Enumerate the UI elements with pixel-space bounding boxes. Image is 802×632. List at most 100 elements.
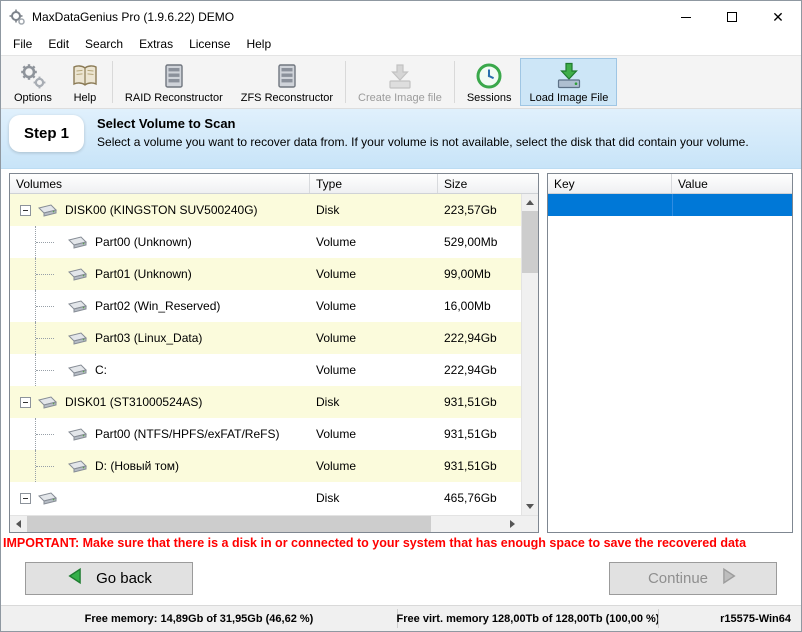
volume-size: 931,51Gb	[444, 427, 497, 441]
scroll-down-arrow[interactable]	[522, 498, 538, 515]
status-bar: Free memory: 14,89Gb of 31,95Gb (46,62 %…	[1, 605, 801, 631]
continue-button[interactable]: Continue	[609, 561, 777, 595]
raid-reconstructor-label: RAID Reconstructor	[124, 91, 223, 104]
load-image-file-button[interactable]: Load Image File	[520, 58, 618, 106]
scroll-right-arrow[interactable]	[504, 516, 521, 532]
table-row[interactable]: Part00 (Unknown) Volume 529,00Mb	[10, 226, 521, 258]
window-controls: ✕	[663, 1, 801, 33]
volume-type: Volume	[316, 459, 357, 473]
toolbar-separator	[345, 61, 347, 103]
back-arrow-icon	[66, 566, 86, 590]
scrollbar-corner	[521, 516, 538, 532]
volume-type: Volume	[316, 427, 357, 441]
forward-arrow-icon	[718, 566, 738, 590]
volume-type: Volume	[316, 235, 357, 249]
volumes-table-header: Volumes Type Size	[10, 174, 538, 194]
disk-icon	[65, 235, 89, 250]
column-header-volumes[interactable]: Volumes	[10, 174, 310, 193]
volume-size: 529,00Mb	[444, 235, 498, 249]
tree-connector	[35, 226, 61, 258]
disk-icon	[65, 299, 89, 314]
table-row[interactable]: Disk 465,76Gb	[10, 482, 521, 514]
main-content: Volumes Type Size DISK00 (KINGSTON SUV50…	[1, 169, 801, 533]
column-header-size[interactable]: Size	[438, 174, 538, 193]
details-panel: Key Value	[547, 173, 793, 533]
app-logo-icon	[9, 9, 25, 25]
zfs-tower-icon	[272, 61, 302, 91]
volume-name: Part01 (Unknown)	[95, 267, 192, 281]
app-window: MaxDataGenius Pro (1.9.6.22) DEMO ✕ File…	[0, 0, 802, 632]
step-info: Select Volume to Scan Select a volume yo…	[97, 115, 749, 151]
options-button[interactable]: Options	[5, 58, 61, 106]
tree-connector	[35, 322, 61, 354]
step-title: Select Volume to Scan	[97, 116, 236, 131]
status-free-memory: Free memory: 14,89Gb of 31,95Gb (46,62 %…	[84, 612, 314, 625]
tree-connector	[35, 450, 61, 482]
table-row[interactable]: Part01 (Unknown) Volume 99,00Mb	[10, 258, 521, 290]
volume-type: Disk	[316, 395, 340, 409]
column-header-value[interactable]: Value	[672, 174, 792, 193]
menu-file[interactable]: File	[5, 35, 40, 53]
gears-icon	[18, 61, 48, 91]
volume-type: Volume	[316, 267, 357, 281]
tree-expander-minus[interactable]	[20, 396, 31, 408]
volumes-table-body: DISK00 (KINGSTON SUV500240G) Disk 223,57…	[10, 194, 521, 515]
menu-extras[interactable]: Extras	[131, 35, 181, 53]
menu-edit[interactable]: Edit	[40, 35, 77, 53]
go-back-button[interactable]: Go back	[25, 561, 193, 595]
create-image-icon	[385, 61, 415, 91]
zfs-reconstructor-label: ZFS Reconstructor	[240, 91, 334, 104]
tree-connector	[35, 418, 61, 450]
table-row[interactable]: C: Volume 222,94Gb	[10, 354, 521, 386]
disk-icon	[35, 491, 59, 506]
disk-icon	[65, 427, 89, 442]
options-label: Options	[14, 91, 52, 104]
scroll-left-arrow[interactable]	[10, 516, 27, 532]
sessions-button[interactable]: Sessions	[458, 58, 521, 106]
minimize-button[interactable]	[663, 1, 709, 33]
column-header-key[interactable]: Key	[548, 174, 672, 193]
vertical-scrollbar[interactable]	[521, 194, 538, 515]
step-description: Select a volume you want to recover data…	[97, 135, 749, 149]
status-build-version: r15575-Win64	[720, 612, 791, 625]
table-row[interactable]: Part00 (NTFS/HPFS/exFAT/ReFS) Volume 931…	[10, 418, 521, 450]
close-button[interactable]: ✕	[755, 1, 801, 33]
disk-icon	[65, 363, 89, 378]
volume-type: Volume	[316, 363, 357, 377]
table-row[interactable]: DISK00 (KINGSTON SUV500240G) Disk 223,57…	[10, 194, 521, 226]
details-selected-row[interactable]	[548, 194, 792, 216]
raid-reconstructor-button[interactable]: RAID Reconstructor	[116, 58, 232, 106]
help-label: Help	[73, 91, 97, 104]
menu-search[interactable]: Search	[77, 35, 131, 53]
volume-type: Disk	[316, 491, 340, 505]
zfs-reconstructor-button[interactable]: ZFS Reconstructor	[232, 58, 342, 106]
menu-help[interactable]: Help	[238, 35, 279, 53]
table-row[interactable]: D: (Новый том) Volume 931,51Gb	[10, 450, 521, 482]
help-button[interactable]: Help	[61, 58, 109, 106]
horizontal-scroll-thumb[interactable]	[27, 516, 431, 532]
title-bar: MaxDataGenius Pro (1.9.6.22) DEMO ✕	[1, 1, 801, 33]
table-row[interactable]: Part03 (Linux_Data) Volume 222,94Gb	[10, 322, 521, 354]
load-image-file-label: Load Image File	[529, 91, 609, 104]
volume-name: Part00 (Unknown)	[95, 235, 192, 249]
horizontal-scrollbar[interactable]	[10, 516, 521, 532]
maximize-button[interactable]	[709, 1, 755, 33]
status-free-virtual-memory: Free virt. memory 128,00Tb of 128,00Tb (…	[396, 612, 660, 625]
volume-type: Volume	[316, 299, 357, 313]
scroll-up-arrow[interactable]	[522, 194, 538, 211]
table-row[interactable]: DISK01 (ST31000524AS) Disk 931,51Gb	[10, 386, 521, 418]
vertical-scroll-thumb[interactable]	[522, 211, 538, 273]
volume-name: Part00 (NTFS/HPFS/exFAT/ReFS)	[95, 427, 280, 441]
toolbar-separator	[111, 61, 113, 103]
disk-icon	[35, 203, 59, 218]
toolbar-separator	[453, 61, 455, 103]
menu-license[interactable]: License	[181, 35, 238, 53]
book-icon	[70, 61, 100, 91]
create-image-file-button[interactable]: Create Image file	[349, 58, 451, 106]
tree-connector	[35, 258, 61, 290]
tree-expander-minus[interactable]	[20, 204, 31, 216]
volume-name: C:	[95, 363, 107, 377]
column-header-type[interactable]: Type	[310, 174, 438, 193]
tree-expander-minus[interactable]	[20, 492, 31, 504]
table-row[interactable]: Part02 (Win_Reserved) Volume 16,00Mb	[10, 290, 521, 322]
